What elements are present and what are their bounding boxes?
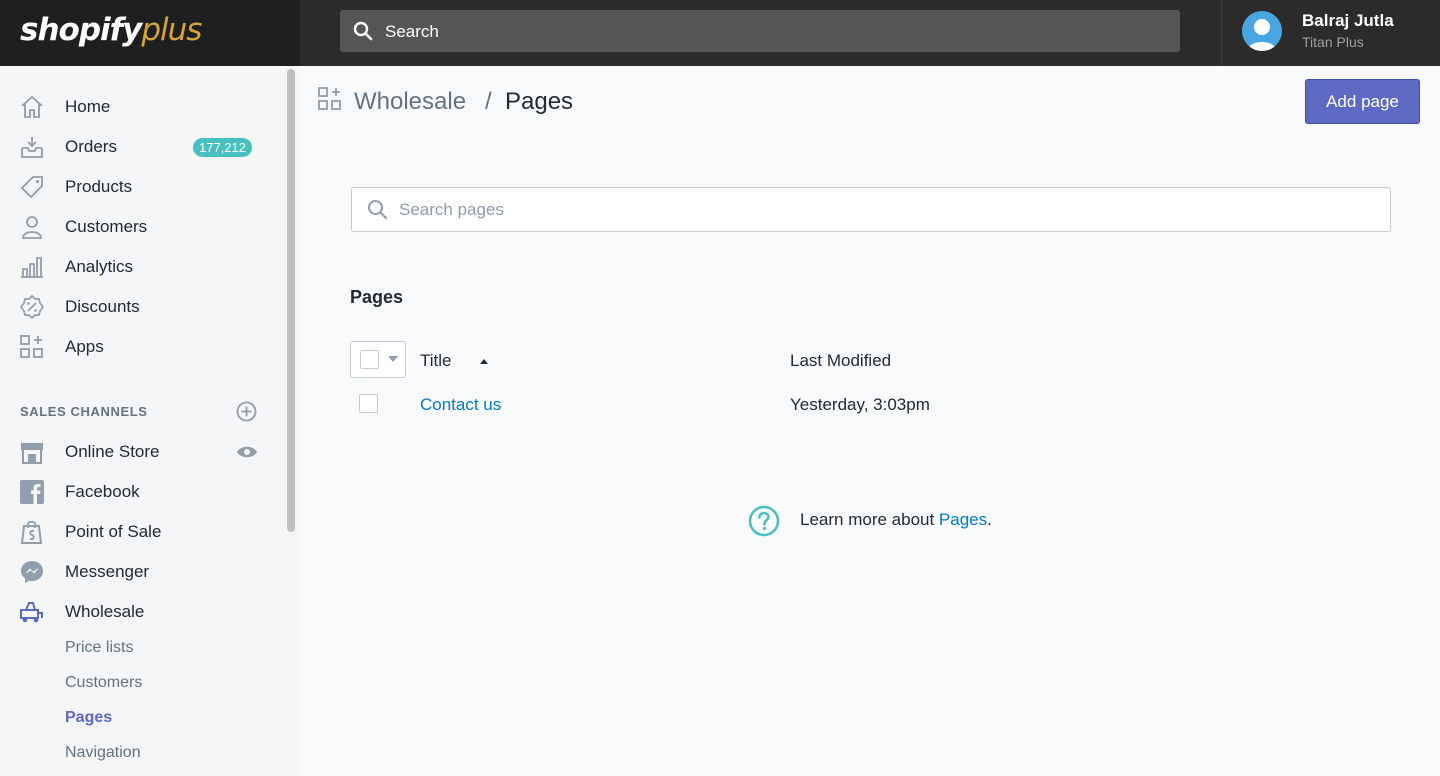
search-pages-field[interactable] (351, 187, 1391, 232)
add-page-button[interactable]: Add page (1305, 79, 1420, 124)
sidebar-item-label: Facebook (65, 482, 140, 501)
sidebar-item-messenger[interactable]: Messenger (0, 552, 280, 592)
home-icon (21, 95, 43, 118)
help-prefix: Learn more about (800, 510, 939, 529)
tag-icon (20, 176, 43, 199)
sidebar-item-label: Orders (65, 137, 117, 156)
sidebar-item-label: Discounts (65, 297, 140, 316)
logo-area: shopifyplus (0, 0, 300, 66)
analytics-icon (21, 257, 43, 278)
add-channel-icon[interactable] (236, 401, 257, 422)
search-pages-input[interactable] (399, 198, 1359, 222)
main-content: Wholesale / Pages Add page Pages Title L… (300, 66, 1440, 776)
discount-icon (19, 294, 45, 320)
apps-icon (318, 87, 341, 110)
eye-icon[interactable] (236, 445, 258, 459)
sidebar-item-label: Wholesale (65, 602, 145, 621)
sidebar-item-facebook[interactable]: Facebook (0, 472, 280, 512)
sidebar-item-label: Home (65, 97, 111, 116)
sidebar-scrollbar[interactable] (287, 69, 295, 532)
chevron-down-icon[interactable] (388, 356, 398, 362)
sidebar-subitem-price-lists[interactable]: Price lists (65, 639, 133, 657)
customer-icon (22, 216, 42, 239)
top-bar: shopifyplus Search Balraj Jutla Titan Pl… (0, 0, 1440, 66)
sidebar: Home Orders 177,212 Products Customers A… (0, 66, 300, 776)
sidebar-item-home[interactable]: Home (0, 87, 280, 127)
sidebar-item-label: Analytics (65, 257, 134, 276)
sidebar-item-discounts[interactable]: Discounts (0, 287, 280, 327)
sidebar-item-label: Online Store (65, 442, 160, 461)
page-title: Pages (505, 88, 574, 115)
sidebar-item-label: Messenger (65, 562, 150, 581)
pages-section-heading: Pages (350, 287, 404, 307)
help-question-icon (748, 505, 780, 537)
sidebar-item-label: Customers (65, 217, 148, 236)
orders-count-badge: 177,212 (193, 138, 252, 157)
help-footer-text: Learn more about Pages. (800, 510, 992, 530)
sidebar-item-label: Point of Sale (65, 522, 162, 541)
sidebar-subitem-navigation[interactable]: Navigation (65, 744, 141, 762)
logo-plus: plus (141, 12, 202, 48)
page-title-link[interactable]: Contact us (420, 395, 501, 415)
sidebar-item-point-of-sale[interactable]: Point of Sale (0, 512, 280, 552)
search-icon (353, 21, 373, 41)
user-name: Balraj Jutla (1302, 11, 1394, 30)
sidebar-item-wholesale[interactable]: Wholesale (0, 592, 280, 632)
orders-icon (21, 137, 43, 158)
pos-icon (20, 520, 43, 544)
search-icon (368, 200, 388, 220)
user-menu[interactable]: Balraj Jutla Titan Plus (1221, 0, 1440, 66)
sidebar-item-orders[interactable]: Orders 177,212 (0, 127, 280, 167)
wholesale-icon (20, 602, 43, 623)
sidebar-item-customers[interactable]: Customers (0, 207, 280, 247)
sidebar-subitem-customers[interactable]: Customers (65, 674, 142, 692)
sales-channels-heading: SALES CHANNELS (20, 404, 148, 419)
breadcrumb-parent-link[interactable]: Wholesale (354, 88, 466, 116)
sidebar-item-analytics[interactable]: Analytics (0, 247, 280, 287)
sidebar-item-products[interactable]: Products (0, 167, 280, 207)
user-store-name: Titan Plus (1302, 34, 1364, 50)
sidebar-item-label: Apps (65, 337, 104, 356)
global-search-bar[interactable]: Search (340, 10, 1180, 52)
messenger-icon (21, 561, 43, 583)
bulk-select-dropdown[interactable] (350, 341, 406, 378)
shopify-plus-logo[interactable]: shopifyplus (20, 12, 202, 48)
column-header-last-modified[interactable]: Last Modified (790, 351, 891, 371)
facebook-icon (20, 480, 44, 504)
sidebar-subitem-pages[interactable]: Pages (65, 709, 112, 727)
select-all-checkbox[interactable] (360, 350, 379, 369)
column-header-title[interactable]: Title (420, 351, 452, 371)
store-icon (21, 443, 43, 464)
breadcrumb-separator: / (485, 88, 492, 115)
row-checkbox[interactable] (359, 394, 378, 413)
apps-icon (20, 335, 43, 358)
page-last-modified: Yesterday, 3:03pm (790, 395, 930, 414)
global-search-placeholder: Search (385, 22, 439, 41)
help-suffix: . (987, 510, 992, 529)
logo-word: shopify (20, 12, 142, 48)
user-avatar-icon (1247, 19, 1277, 51)
sidebar-item-label: Products (65, 177, 133, 196)
sidebar-item-apps[interactable]: Apps (0, 327, 280, 367)
sort-ascending-icon[interactable] (480, 359, 488, 364)
help-pages-link[interactable]: Pages (939, 510, 987, 529)
avatar (1242, 11, 1282, 51)
